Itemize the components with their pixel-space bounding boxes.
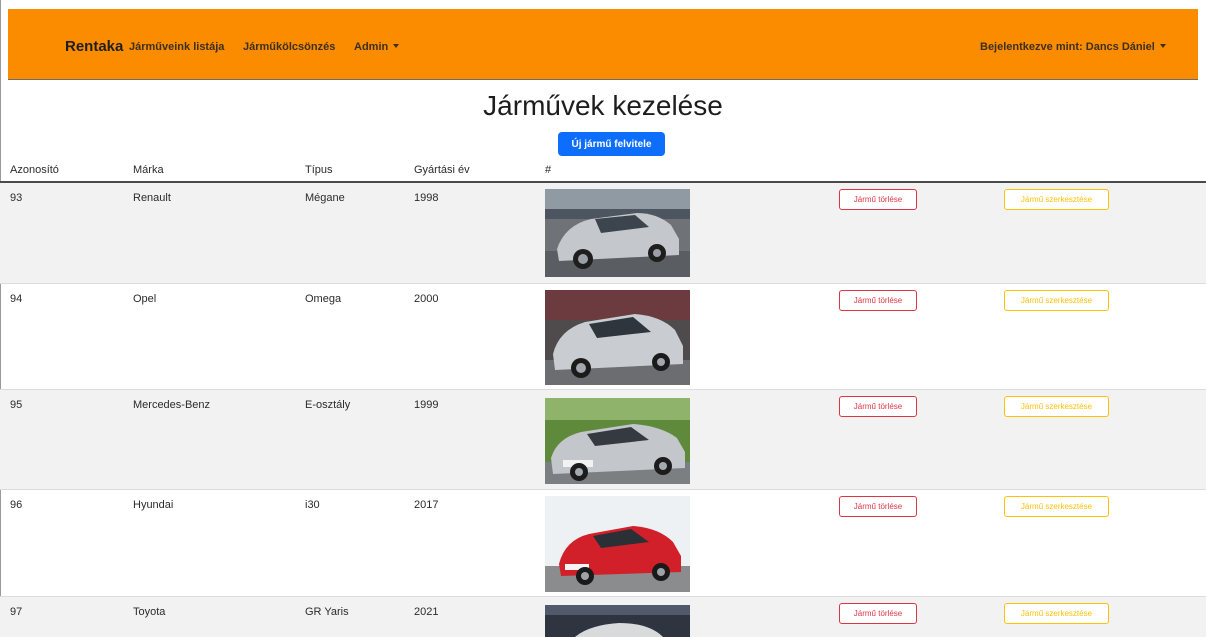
cell-id: 96 <box>10 499 23 511</box>
cell-type: Mégane <box>305 192 345 204</box>
vehicle-photo <box>545 290 690 385</box>
cell-type: GR Yaris <box>305 606 349 618</box>
cell-year: 1998 <box>414 192 439 204</box>
cell-brand: Toyota <box>133 606 166 618</box>
header-id: Azonosító <box>10 164 59 176</box>
navbar: Rentaka Járműveink listája Járműkölcsönz… <box>8 9 1198 80</box>
brand-logo[interactable]: Rentaka <box>65 38 123 55</box>
edit-vehicle-button[interactable]: Jármű szerkesztése <box>1004 603 1109 624</box>
vehicle-photo <box>545 189 690 277</box>
cell-type: Omega <box>305 293 342 305</box>
cell-brand: Opel <box>133 293 157 305</box>
cell-brand: Renault <box>133 192 171 204</box>
cell-id: 93 <box>10 192 23 204</box>
table-row: 94 Opel Omega 2000 Jármű törlése Jármű s… <box>0 284 1206 390</box>
cell-type: i30 <box>305 499 320 511</box>
cell-id: 95 <box>10 399 23 411</box>
vehicle-photo <box>545 398 690 484</box>
header-type: Típus <box>305 164 333 176</box>
table-row: 95 Mercedes-Benz E-osztály 1999 Jármű tö… <box>0 390 1206 490</box>
header-actions: # <box>545 164 552 176</box>
table-row: 96 Hyundai i30 2017 Jármű törlése Jármű … <box>0 490 1206 597</box>
delete-vehicle-button[interactable]: Jármű törlése <box>839 189 917 210</box>
cell-year: 2017 <box>414 499 439 511</box>
delete-vehicle-button[interactable]: Jármű törlése <box>839 603 917 624</box>
caret-down-icon <box>393 44 400 48</box>
edit-vehicle-button[interactable]: Jármű szerkesztése <box>1004 189 1109 210</box>
delete-vehicle-button[interactable]: Jármű törlése <box>839 396 917 417</box>
nav-link-rental[interactable]: Járműkölcsönzés <box>243 41 335 53</box>
cell-year: 1999 <box>414 399 439 411</box>
cell-brand: Hyundai <box>133 499 174 511</box>
header-year: Gyártási év <box>414 164 470 176</box>
nav-admin-label: Admin <box>354 41 389 53</box>
cell-id: 97 <box>10 606 23 618</box>
user-dropdown-label: Bejelentkezve mint: Dancs Dániel <box>980 41 1155 53</box>
table-row: 93 Renault Mégane 1998 Jármű törlése Jár… <box>0 183 1206 284</box>
vehicle-photo <box>545 605 690 637</box>
delete-vehicle-button[interactable]: Jármű törlése <box>839 496 917 517</box>
edit-vehicle-button[interactable]: Jármű szerkesztése <box>1004 496 1109 517</box>
cell-brand: Mercedes-Benz <box>133 399 211 411</box>
cell-year: 2021 <box>414 606 439 618</box>
table-row: 97 Toyota GR Yaris 2021 Jármű törlése Já… <box>0 597 1206 637</box>
cell-id: 94 <box>10 293 23 305</box>
nav-dropdown-admin[interactable]: Admin <box>354 41 400 53</box>
cell-type: E-osztály <box>305 399 351 411</box>
nav-link-vehicle-list[interactable]: Járműveink listája <box>129 41 224 53</box>
table-header: Azonosító Márka Típus Gyártási év # <box>0 159 1206 183</box>
edit-vehicle-button[interactable]: Jármű szerkesztése <box>1004 396 1109 417</box>
delete-vehicle-button[interactable]: Jármű törlése <box>839 290 917 311</box>
user-dropdown[interactable]: Bejelentkezve mint: Dancs Dániel <box>980 41 1166 53</box>
edit-vehicle-button[interactable]: Jármű szerkesztése <box>1004 290 1109 311</box>
new-vehicle-button[interactable]: Új jármű felvitele <box>558 132 665 156</box>
header-brand: Márka <box>133 164 164 176</box>
caret-down-icon <box>1159 44 1166 48</box>
cell-year: 2000 <box>414 293 439 305</box>
page-title: Járművek kezelése <box>483 90 723 121</box>
vehicle-photo <box>545 496 690 592</box>
